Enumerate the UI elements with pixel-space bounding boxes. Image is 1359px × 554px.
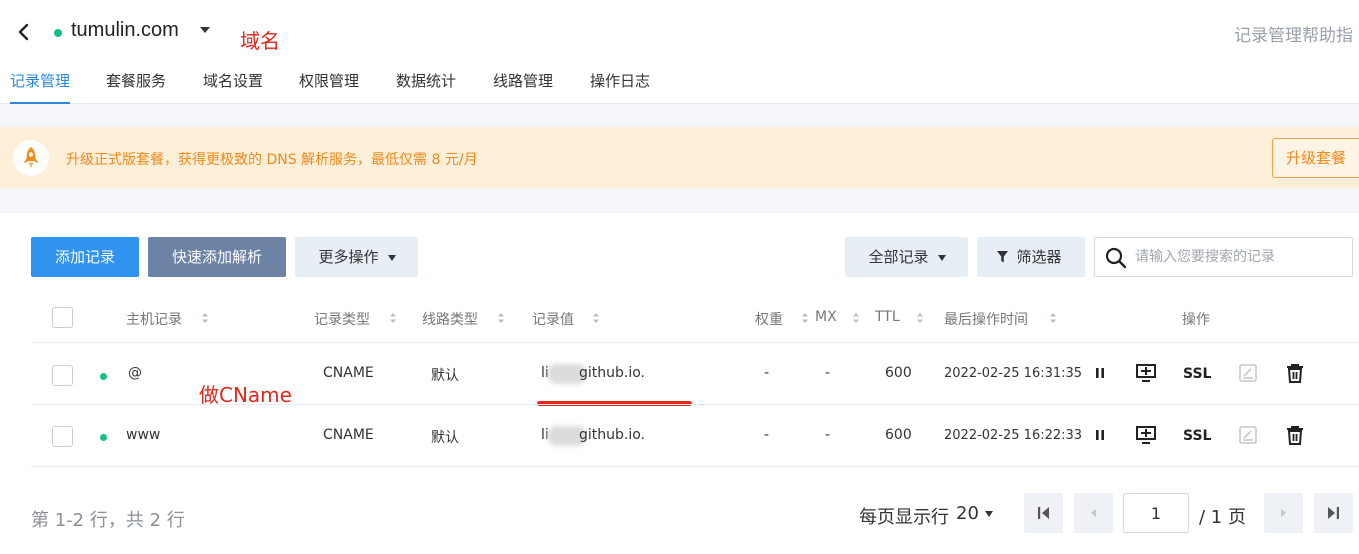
sort-icon[interactable] [852, 311, 860, 325]
upgrade-message: 升级正式版套餐，获得更极致的 DNS 解析服务，最低仅需 8 元/月 [66, 152, 478, 168]
row-divider [31, 404, 1359, 405]
chevron-down-icon [388, 255, 396, 261]
record-status-dot [100, 434, 107, 441]
cell-host[interactable]: www [126, 427, 160, 443]
pause-icon[interactable] [1089, 424, 1111, 446]
all-records-label: 全部记录 [868, 248, 929, 266]
ssl-button[interactable]: SSL [1183, 366, 1211, 382]
select-all-checkbox[interactable] [52, 307, 73, 328]
top-bar: tumulin.com 域名 记录管理帮助指 记录管理 套餐服务 域名设置 权限… [0, 0, 1359, 104]
cell-last-modified: 2022-02-25 16:22:33 [944, 428, 1083, 443]
cell-type: CNAME [323, 427, 374, 443]
last-page-icon [1328, 507, 1339, 519]
row-divider [31, 342, 1359, 343]
cell-line: 默认 [431, 368, 459, 384]
header-type[interactable]: 记录类型 [314, 309, 370, 329]
sort-icon[interactable] [201, 311, 209, 325]
upgrade-plan-button[interactable]: 升级套餐 [1272, 138, 1359, 178]
tab-domain-settings[interactable]: 域名设置 [203, 70, 263, 104]
trash-icon[interactable] [1284, 362, 1306, 384]
header-last-modified[interactable]: 最后操作时间 [944, 309, 1028, 329]
cell-ttl: 600 [885, 365, 912, 381]
sort-icon[interactable] [497, 311, 505, 325]
quick-add-button[interactable]: 快速添加解析 [148, 237, 286, 277]
cell-value[interactable]: github.io. [579, 427, 645, 443]
all-records-dropdown[interactable]: 全部记录 [845, 237, 968, 277]
tab-lines[interactable]: 线路管理 [493, 70, 553, 104]
row-summary: 第 1-2 行，共 2 行 [31, 510, 185, 531]
cell-host[interactable]: @ [128, 365, 142, 381]
rocket-icon [13, 140, 49, 176]
sort-icon[interactable] [1049, 311, 1057, 325]
help-link[interactable]: 记录管理帮助指 [1234, 21, 1353, 46]
chevron-down-icon[interactable] [200, 27, 210, 33]
header-line[interactable]: 线路类型 [422, 309, 478, 329]
tab-statistics[interactable]: 数据统计 [396, 70, 456, 104]
cell-ttl: 600 [885, 427, 912, 443]
filter-label: 筛选器 [1016, 248, 1062, 266]
edit-note-icon[interactable] [1237, 424, 1259, 446]
cell-weight: - [764, 427, 770, 443]
header-actions: 操作 [1182, 312, 1210, 328]
cell-type: CNAME [323, 365, 374, 381]
prev-page-icon [1091, 509, 1096, 517]
annotation-domain: 域名 [240, 29, 280, 53]
sort-icon[interactable] [592, 311, 600, 325]
cell-line: 默认 [431, 430, 459, 446]
first-page-icon [1038, 507, 1049, 519]
ssl-button[interactable]: SSL [1183, 428, 1211, 444]
cell-value[interactable]: github.io. [579, 365, 645, 381]
cell-mx: - [825, 427, 831, 443]
pause-icon[interactable] [1089, 362, 1111, 384]
record-status-dot [100, 373, 107, 380]
edit-note-icon[interactable] [1237, 362, 1259, 384]
next-page-button[interactable] [1264, 493, 1303, 533]
search-box [1094, 237, 1353, 277]
search-icon [1105, 247, 1127, 269]
add-record-button[interactable]: 添加记录 [31, 237, 139, 277]
header-weight[interactable]: 权重 [755, 309, 783, 329]
chevron-down-icon [938, 255, 946, 261]
more-actions-label: 更多操作 [318, 248, 379, 266]
tab-operation-log[interactable]: 操作日志 [590, 70, 650, 104]
domain-status-dot [54, 29, 62, 37]
cell-weight: - [764, 365, 770, 381]
per-page-select[interactable]: 20 [956, 503, 979, 524]
sort-icon[interactable] [389, 311, 397, 325]
cell-mx: - [825, 365, 831, 381]
row-checkbox[interactable] [52, 426, 73, 447]
per-page-label: 每页显示行 [859, 507, 949, 528]
sort-icon[interactable] [801, 311, 809, 325]
next-page-icon [1281, 509, 1286, 517]
back-arrow-icon[interactable] [14, 22, 34, 42]
more-actions-button[interactable]: 更多操作 [295, 237, 418, 277]
page-number-input[interactable] [1123, 493, 1189, 533]
domain-selector[interactable]: tumulin.com [71, 19, 179, 42]
tab-plans[interactable]: 套餐服务 [106, 70, 166, 104]
tab-permissions[interactable]: 权限管理 [299, 70, 359, 104]
row-divider [31, 466, 1359, 467]
trash-icon[interactable] [1284, 424, 1306, 446]
search-input[interactable] [1135, 246, 1345, 268]
first-page-button[interactable] [1024, 493, 1063, 533]
header-host[interactable]: 主机记录 [126, 309, 182, 329]
filter-icon [997, 251, 1008, 263]
page-total: / 1 页 [1199, 507, 1246, 528]
row-checkbox[interactable] [52, 365, 73, 386]
monitor-icon[interactable] [1135, 424, 1157, 446]
chevron-down-icon[interactable] [985, 511, 993, 517]
header-value[interactable]: 记录值 [532, 309, 574, 329]
last-page-button[interactable] [1314, 493, 1353, 533]
cell-last-modified: 2022-02-25 16:31:35 [944, 366, 1083, 381]
filter-button[interactable]: 筛选器 [977, 237, 1085, 277]
prev-page-button[interactable] [1074, 493, 1113, 533]
monitor-icon[interactable] [1135, 362, 1157, 384]
header-mx[interactable]: MX [815, 309, 837, 325]
sort-icon[interactable] [916, 311, 924, 325]
tab-records[interactable]: 记录管理 [10, 70, 71, 104]
header-ttl[interactable]: TTL [875, 309, 900, 325]
